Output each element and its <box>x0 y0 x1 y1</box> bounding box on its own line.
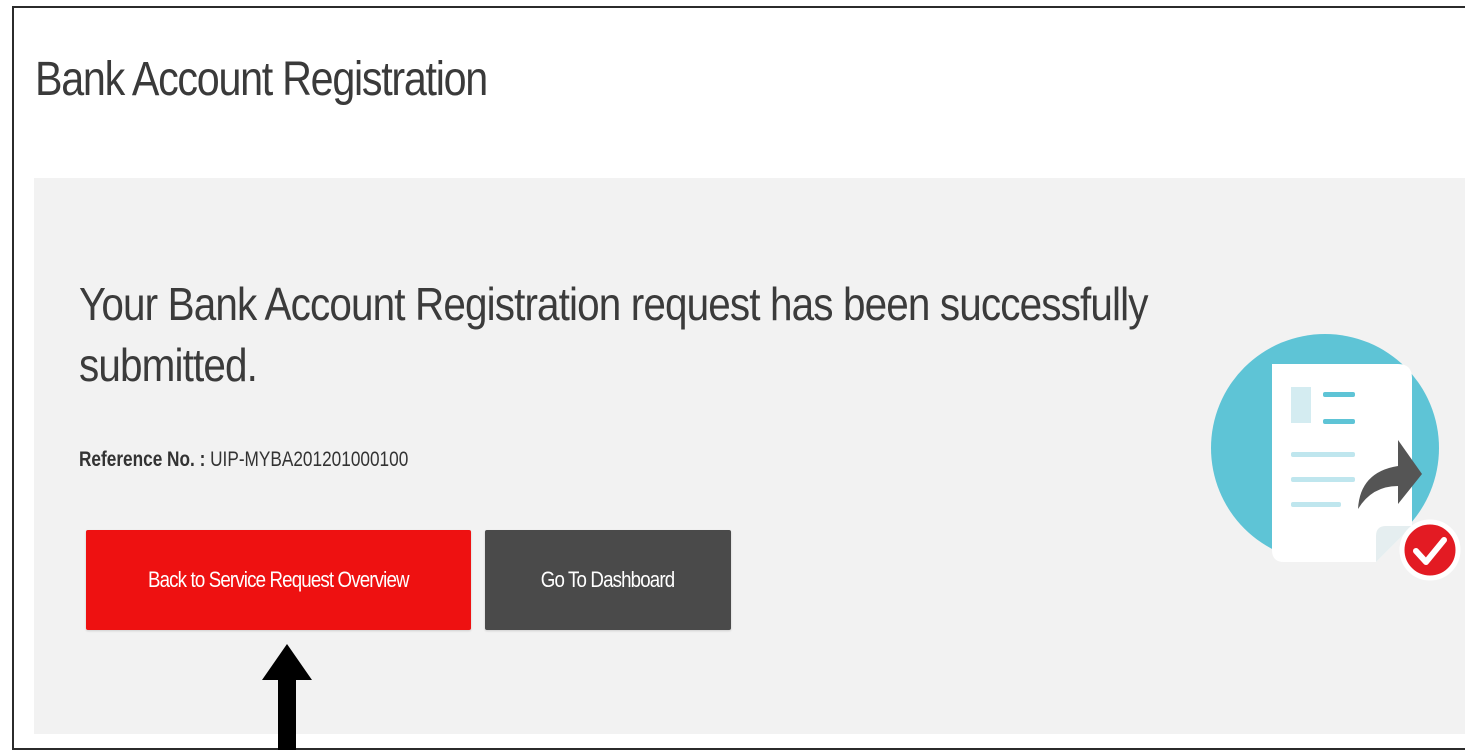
document-image-block <box>1291 387 1311 423</box>
reference-value: UIP-MYBA201201000100 <box>210 448 409 471</box>
up-arrow-icon <box>262 644 312 750</box>
page-title: Bank Account Registration <box>35 53 488 106</box>
reference-number: Reference No. : UIP-MYBA201201000100 <box>79 448 408 472</box>
go-to-dashboard-button[interactable]: Go To Dashboard <box>485 530 731 630</box>
document-line <box>1291 502 1341 507</box>
confirmation-panel: Your Bank Account Registration request h… <box>34 178 1465 750</box>
document-line <box>1291 477 1355 482</box>
back-button-label: Back to Service Request Overview <box>148 567 410 592</box>
document-line <box>1323 419 1355 424</box>
success-message: Your Bank Account Registration request h… <box>79 278 1148 391</box>
back-to-service-request-overview-button[interactable]: Back to Service Request Overview <box>86 530 471 630</box>
document-submitted-icon <box>1211 334 1461 581</box>
page-frame: Bank Account Registration Your Bank Acco… <box>12 6 1465 750</box>
document-line <box>1291 452 1355 457</box>
document-line <box>1323 392 1355 397</box>
check-badge <box>1399 519 1461 581</box>
dashboard-button-label: Go To Dashboard <box>541 567 675 592</box>
reference-label: Reference No. : <box>79 448 206 471</box>
